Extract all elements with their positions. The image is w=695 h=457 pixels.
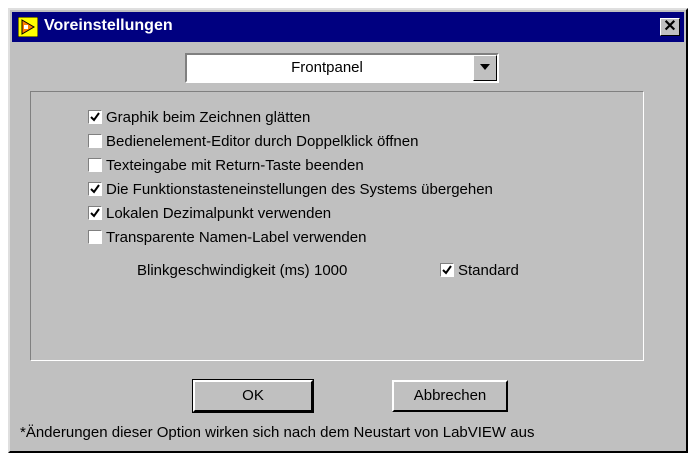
option-return-ends-text[interactable]: Texteingabe mit Return-Taste beenden (88, 155, 364, 175)
checkbox[interactable] (88, 182, 102, 196)
labview-app-icon (18, 17, 38, 37)
standard-label: Standard (458, 261, 519, 279)
title-bar: Voreinstellungen ✕ (12, 12, 684, 42)
ok-button[interactable]: OK (192, 379, 314, 413)
option-label: Die Funktionstasteneinstellungen des Sys… (106, 180, 493, 198)
option-label: Lokalen Dezimalpunkt verwenden (106, 204, 332, 222)
option-doubleclick-editor[interactable]: Bedienelement-Editor durch Doppelklick ö… (88, 131, 418, 151)
option-smooth-graphics[interactable]: Graphik beim Zeichnen glätten (88, 107, 310, 127)
checkbox[interactable] (88, 134, 102, 148)
dropdown-arrow-button[interactable] (473, 55, 497, 81)
chevron-down-icon (480, 64, 490, 70)
option-transparent-labels[interactable]: Transparente Namen-Label verwenden (88, 227, 366, 247)
standard-checkbox[interactable] (440, 263, 454, 277)
cancel-button[interactable]: Abbrechen (392, 380, 508, 412)
option-override-function-keys[interactable]: Die Funktionstasteneinstellungen des Sys… (88, 179, 493, 199)
close-button[interactable]: ✕ (660, 18, 680, 36)
option-label: Graphik beim Zeichnen glätten (106, 108, 311, 126)
window-title: Voreinstellungen (44, 17, 173, 34)
blink-speed-value[interactable]: 1000 (314, 262, 347, 279)
checkbox[interactable] (88, 110, 102, 124)
close-icon: ✕ (663, 18, 677, 35)
category-dropdown-value: Frontpanel (291, 59, 363, 76)
checkbox[interactable] (88, 206, 102, 220)
checkbox[interactable] (88, 158, 102, 172)
standard-checkbox-option[interactable]: Standard (440, 260, 519, 280)
option-label: Texteingabe mit Return-Taste beenden (106, 156, 364, 174)
option-label: Transparente Namen-Label verwenden (106, 228, 367, 246)
checkbox[interactable] (88, 230, 102, 244)
restart-note: *Änderungen dieser Option wirken sich na… (20, 424, 535, 441)
option-local-decimal-point[interactable]: Lokalen Dezimalpunkt verwenden (88, 203, 331, 223)
category-dropdown[interactable]: Frontpanel (185, 53, 499, 83)
blink-speed-label: Blinkgeschwindigkeit (ms) (137, 262, 310, 279)
option-label: Bedienelement-Editor durch Doppelklick ö… (106, 132, 419, 150)
